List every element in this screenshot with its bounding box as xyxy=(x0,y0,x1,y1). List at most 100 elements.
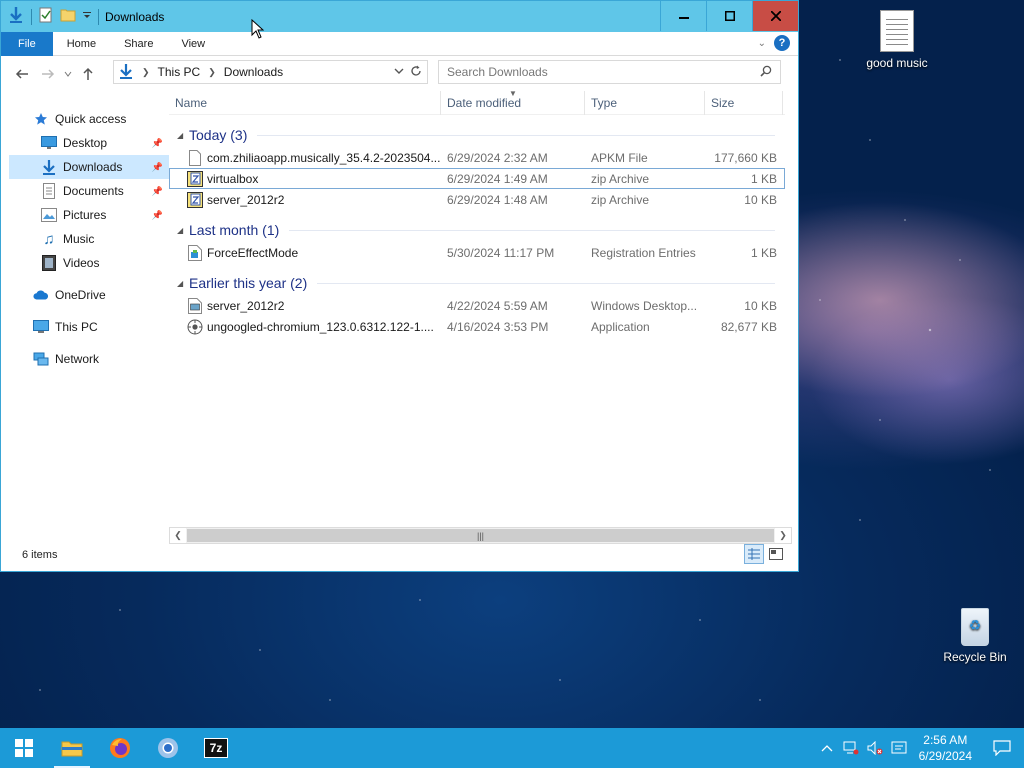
quick-access-toolbar xyxy=(1,1,99,32)
window-title: Downloads xyxy=(105,9,165,24)
sidebar-item-videos[interactable]: Videos xyxy=(9,251,169,275)
sidebar-item-downloads[interactable]: Downloads 📌 xyxy=(9,155,169,179)
desktop-icon-recycle-bin[interactable]: ♻ Recycle Bin xyxy=(935,604,1015,664)
back-button[interactable] xyxy=(11,63,33,85)
sidebar-item-desktop[interactable]: Desktop 📌 xyxy=(9,131,169,155)
pin-icon[interactable]: 📌 xyxy=(152,138,163,149)
file-type: APKM File xyxy=(591,150,648,165)
tab-view[interactable]: View xyxy=(167,32,219,56)
file-type: Windows Desktop... xyxy=(591,298,698,313)
file-name: ungoogled-chromium_123.0.6312.122-1.... xyxy=(207,319,434,334)
sidebar-item-label: Quick access xyxy=(55,112,127,126)
column-header-size[interactable]: Size xyxy=(705,90,783,115)
tab-file[interactable]: File xyxy=(1,31,53,56)
group-header[interactable]: ◢ Earlier this year (2) xyxy=(169,271,785,295)
search-input[interactable]: Search Downloads xyxy=(438,60,781,84)
file-row[interactable]: com.zhiliaoapp.musically_35.4.2-2023504.… xyxy=(169,147,785,168)
group-header[interactable]: ◢ Today (3) xyxy=(169,123,785,147)
taskbar-7zip[interactable]: 7z xyxy=(192,728,240,768)
taskbar: 7z 2:56 AM 6/29/2024 xyxy=(0,728,1024,768)
group-title: Today (3) xyxy=(189,127,248,143)
file-type: Registration Entries xyxy=(591,245,696,260)
file-date: 5/30/2024 11:17 PM xyxy=(447,245,555,260)
start-button[interactable] xyxy=(0,728,48,768)
sidebar-item-documents[interactable]: Documents 📌 xyxy=(9,179,169,203)
address-bar[interactable]: ❯ This PC ❯ Downloads xyxy=(113,60,428,84)
sidebar-item-music[interactable]: ♫ Music xyxy=(9,227,169,251)
blank-file-icon xyxy=(187,149,203,166)
sidebar-item-pictures[interactable]: Pictures 📌 xyxy=(9,203,169,227)
file-row[interactable]: ungoogled-chromium_123.0.6312.122-1.... … xyxy=(169,316,785,337)
sidebar-item-quick-access[interactable]: Quick access xyxy=(9,107,169,131)
network-status-icon[interactable] xyxy=(839,728,863,768)
breadcrumb-this-pc[interactable]: This PC xyxy=(158,65,201,79)
group-header[interactable]: ◢ Last month (1) xyxy=(169,218,785,242)
pin-icon[interactable]: 📌 xyxy=(152,186,163,197)
properties-icon[interactable] xyxy=(38,7,54,26)
file-date: 4/16/2024 3:53 PM xyxy=(447,319,549,334)
search-icon[interactable] xyxy=(760,65,772,80)
horizontal-scrollbar[interactable]: ❮ ||| ❯ xyxy=(169,527,792,544)
file-row[interactable]: ForceEffectMode 5/30/2024 11:17 PM Regis… xyxy=(169,242,785,263)
customize-quick-access-icon[interactable] xyxy=(82,10,92,24)
file-explorer-window: Downloads File Home Share View ⌄ ? ❯ Thi… xyxy=(0,0,799,572)
new-folder-icon[interactable] xyxy=(60,7,76,26)
refresh-icon[interactable] xyxy=(410,65,422,80)
file-date: 4/22/2024 5:59 AM xyxy=(447,298,548,313)
file-size: 1 KB xyxy=(750,245,777,260)
tab-share[interactable]: Share xyxy=(110,32,167,56)
file-row[interactable]: virtualbox 6/29/2024 1:49 AM zip Archive… xyxy=(169,168,785,189)
column-header-type[interactable]: Type xyxy=(585,90,705,115)
expand-ribbon-icon[interactable]: ⌄ xyxy=(758,38,766,49)
collapse-triangle-icon[interactable]: ◢ xyxy=(169,226,183,235)
action-center-button[interactable] xyxy=(980,728,1024,768)
large-icons-view-button[interactable] xyxy=(766,544,786,564)
notification-icon xyxy=(993,740,1011,756)
forward-button[interactable] xyxy=(37,63,59,85)
down-arrow-icon[interactable] xyxy=(7,6,25,27)
minimize-button[interactable] xyxy=(660,1,706,31)
title-bar[interactable]: Downloads xyxy=(1,1,798,32)
language-icon[interactable] xyxy=(887,728,911,768)
volume-muted-icon[interactable] xyxy=(863,728,887,768)
up-button[interactable] xyxy=(77,63,99,85)
breadcrumb-downloads[interactable]: Downloads xyxy=(224,65,283,79)
pin-icon[interactable]: 📌 xyxy=(152,210,163,221)
taskbar-file-explorer[interactable] xyxy=(48,728,96,768)
close-button[interactable] xyxy=(752,1,798,31)
clock[interactable]: 2:56 AM 6/29/2024 xyxy=(911,732,980,764)
sidebar-item-label: This PC xyxy=(55,320,98,334)
collapse-triangle-icon[interactable]: ◢ xyxy=(169,131,183,140)
sidebar-item-this-pc[interactable]: This PC xyxy=(9,315,169,339)
search-placeholder: Search Downloads xyxy=(447,65,548,79)
taskbar-firefox[interactable] xyxy=(96,728,144,768)
details-view-icon xyxy=(748,548,760,560)
chevron-right-icon[interactable]: ❯ xyxy=(142,67,150,78)
sidebar-item-onedrive[interactable]: OneDrive xyxy=(9,283,169,307)
recent-locations-button[interactable] xyxy=(63,63,73,85)
taskbar-chrome[interactable] xyxy=(144,728,192,768)
address-dropdown-icon[interactable] xyxy=(394,65,404,80)
column-header-name[interactable]: Name xyxy=(169,90,441,115)
collapse-triangle-icon[interactable]: ◢ xyxy=(169,279,183,288)
details-view-button[interactable] xyxy=(744,544,764,564)
scroll-left-icon[interactable]: ❮ xyxy=(170,528,186,543)
chevron-up-icon[interactable] xyxy=(815,728,839,768)
sidebar-item-network[interactable]: Network xyxy=(9,347,169,371)
help-icon[interactable]: ? xyxy=(774,35,790,51)
desktop-icon-good-music[interactable]: good music xyxy=(857,10,937,70)
scrollbar-thumb[interactable]: ||| xyxy=(187,529,774,542)
maximize-button[interactable] xyxy=(706,1,752,31)
status-bar: 6 items xyxy=(1,544,798,566)
chevron-right-icon[interactable]: ❯ xyxy=(208,67,216,78)
scroll-right-icon[interactable]: ❯ xyxy=(775,528,791,543)
tab-home[interactable]: Home xyxy=(53,32,110,56)
text-document-icon xyxy=(880,10,914,52)
registry-file-icon xyxy=(187,244,203,261)
file-row[interactable]: server_2012r2 4/22/2024 5:59 AM Windows … xyxy=(169,295,785,316)
desktop-icon xyxy=(41,135,57,151)
windows-logo-icon xyxy=(15,739,33,757)
file-row[interactable]: server_2012r2 6/29/2024 1:48 AM zip Arch… xyxy=(169,189,785,210)
file-name: com.zhiliaoapp.musically_35.4.2-2023504.… xyxy=(207,150,441,165)
pin-icon[interactable]: 📌 xyxy=(152,162,163,173)
